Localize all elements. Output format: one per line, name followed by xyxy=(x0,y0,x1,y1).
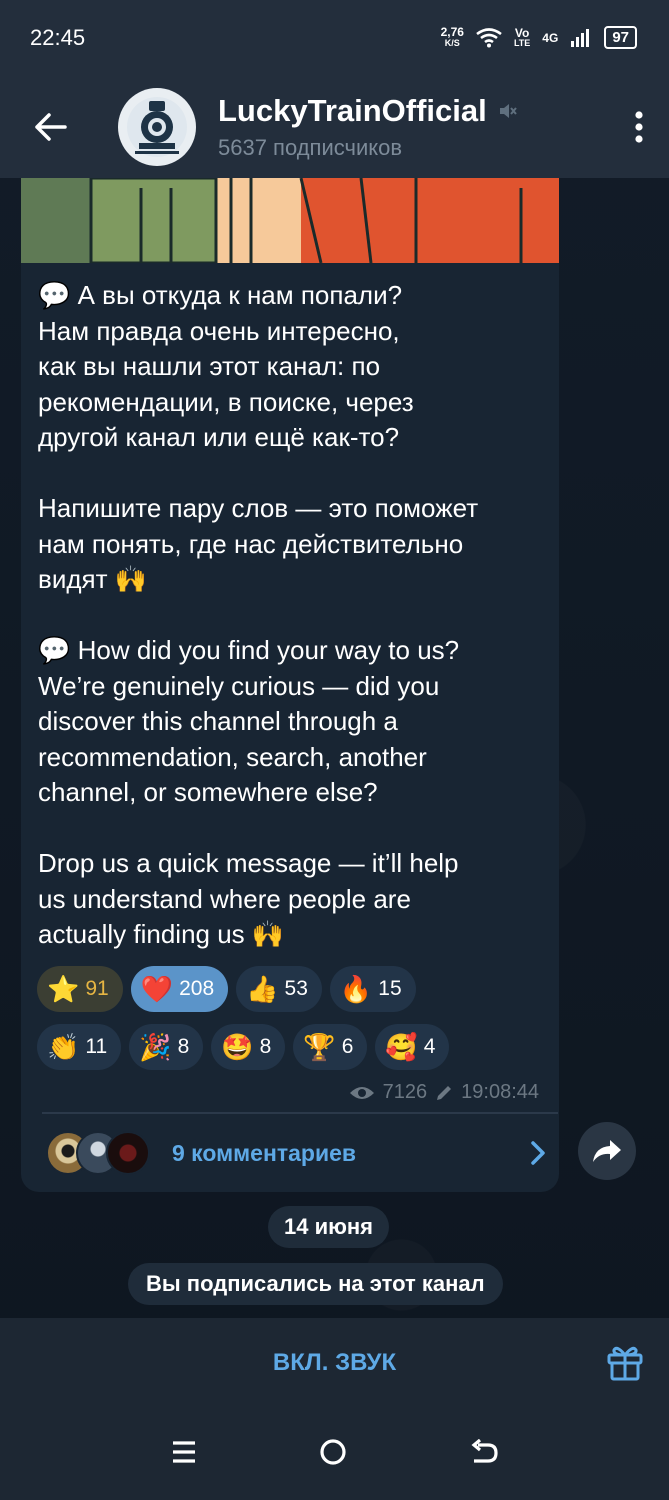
reactions-row-1: ⭐ 91 ❤️ 208 👍 53 🔥 15 xyxy=(37,966,557,1012)
network-type: 4G xyxy=(542,30,559,45)
reaction-chip[interactable]: 👏 11 xyxy=(37,1024,122,1070)
reaction-emoji: 🤩 xyxy=(221,1032,254,1062)
pencil-icon xyxy=(437,1085,452,1100)
reaction-emoji: ❤️ xyxy=(140,974,174,1004)
reaction-emoji: 🏆 xyxy=(303,1032,336,1062)
eye-icon xyxy=(349,1086,374,1099)
net-speed-unit: K/S xyxy=(444,37,460,48)
channel-title-block[interactable]: LuckyTrainOfficial 5637 подписчиков xyxy=(218,93,609,161)
service-message: Вы подписались на этот канал xyxy=(128,1263,503,1305)
back-button[interactable] xyxy=(0,75,100,178)
reaction-count: 53 xyxy=(284,977,308,1000)
comments-count-label: 9 комментариев xyxy=(172,1139,357,1166)
status-bar: 22:45 2,76 K/S Vo LTE 4G 97 xyxy=(0,0,669,75)
reaction-count: 91 xyxy=(85,977,109,1000)
share-button[interactable] xyxy=(578,1122,636,1180)
reaction-chip[interactable]: ⭐ 91 xyxy=(37,966,123,1012)
return-arrow-icon xyxy=(471,1438,498,1463)
reaction-count: 8 xyxy=(177,1035,190,1058)
train-logo-icon xyxy=(127,96,187,157)
comments-button[interactable]: 9 комментариев xyxy=(46,1128,546,1178)
more-menu-button[interactable] xyxy=(609,75,669,178)
gift-icon xyxy=(607,1346,643,1381)
share-arrow-icon xyxy=(593,1140,621,1162)
reactions-panel: ⭐ 91 ❤️ 208 👍 53 🔥 15 👏 11 🎉 8 🤩 8 🏆 6 🥰 4 xyxy=(37,966,557,1082)
reaction-chip[interactable]: 🔥 15 xyxy=(329,966,416,1012)
net-speed-value: 2,76 xyxy=(440,24,464,39)
recent-apps-button[interactable] xyxy=(171,1439,197,1470)
reaction-count: 11 xyxy=(85,1035,108,1058)
message-meta: 7126 19:08:44 xyxy=(349,1081,539,1104)
system-back-button[interactable] xyxy=(470,1438,498,1470)
reaction-emoji: 🥰 xyxy=(385,1032,418,1062)
channel-name: LuckyTrainOfficial xyxy=(218,92,487,128)
menu-lines-icon xyxy=(173,1440,196,1463)
reaction-count: 6 xyxy=(341,1035,354,1058)
system-nav-bar xyxy=(0,1408,669,1500)
message-bubble[interactable]: 💬 А вы откуда к нам попали? Нам правда о… xyxy=(21,178,559,1192)
view-count: 7126 xyxy=(382,1081,428,1103)
reaction-chip[interactable]: ❤️ 208 xyxy=(130,966,229,1012)
gift-button[interactable] xyxy=(607,1343,643,1386)
status-time: 22:45 xyxy=(30,24,86,50)
channel-title: LuckyTrainOfficial xyxy=(218,93,609,129)
reaction-chip[interactable]: 🤩 8 xyxy=(211,1024,286,1070)
reaction-count: 4 xyxy=(423,1035,436,1058)
reaction-count: 8 xyxy=(259,1035,272,1058)
muted-icon xyxy=(499,103,517,118)
volte-bottom: LTE xyxy=(513,37,531,48)
reaction-emoji: ⭐ xyxy=(47,974,80,1004)
reaction-chip[interactable]: 👍 53 xyxy=(236,966,322,1012)
chevron-right-icon xyxy=(531,1141,545,1165)
subscriber-count: 5637 подписчиков xyxy=(218,134,403,160)
message-text: 💬 А вы откуда к нам попали? Нам правда о… xyxy=(38,280,479,949)
reaction-count: 15 xyxy=(378,977,402,1000)
signal-icon xyxy=(571,28,590,47)
message-image[interactable] xyxy=(21,178,559,263)
reaction-emoji: 🎉 xyxy=(139,1032,172,1062)
reaction-count: 208 xyxy=(179,977,215,1000)
reaction-emoji: 🔥 xyxy=(339,974,373,1004)
net-speed: 2,76 K/S xyxy=(440,24,464,49)
battery-icon: 97 xyxy=(604,26,637,49)
commenter-avatar xyxy=(106,1131,150,1175)
arrow-left-icon xyxy=(35,112,67,141)
reaction-emoji: 👏 xyxy=(47,1032,80,1062)
wifi-icon xyxy=(476,27,502,47)
bottom-action-bar: ВКЛ. ЗВУК xyxy=(0,1318,669,1408)
cartoon-illustration xyxy=(21,178,559,263)
more-vertical-icon xyxy=(635,110,643,143)
message-time: 19:08:44 xyxy=(461,1081,539,1103)
chat-header: LuckyTrainOfficial 5637 подписчиков xyxy=(0,75,669,178)
circle-icon xyxy=(320,1438,347,1465)
home-button[interactable] xyxy=(319,1438,347,1471)
comments-divider xyxy=(42,1112,558,1114)
reaction-chip[interactable]: 🏆 6 xyxy=(293,1024,368,1070)
reaction-chip[interactable]: 🥰 4 xyxy=(375,1024,450,1070)
reactions-row-2: 👏 11 🎉 8 🤩 8 🏆 6 🥰 4 xyxy=(37,1024,557,1070)
status-icons: 2,76 K/S Vo LTE 4G 97 xyxy=(441,26,637,49)
date-divider: 14 июня xyxy=(268,1206,390,1248)
volte-indicator: Vo LTE xyxy=(513,25,531,48)
channel-avatar[interactable] xyxy=(118,87,196,166)
reaction-chip[interactable]: 🎉 8 xyxy=(129,1024,204,1070)
commenter-avatars xyxy=(46,1131,164,1175)
unmute-button[interactable]: ВКЛ. ЗВУК xyxy=(273,1349,396,1377)
volte-top: Vo xyxy=(514,25,530,40)
reaction-emoji: 👍 xyxy=(246,974,279,1004)
